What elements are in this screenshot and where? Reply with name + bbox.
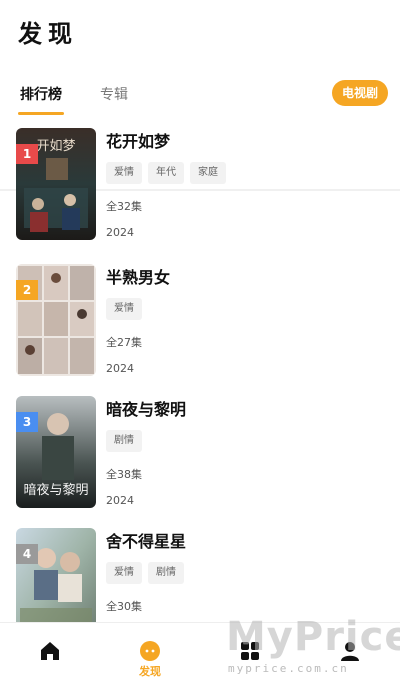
- genre-tag: 剧情: [148, 562, 184, 584]
- drama-title: 暗夜与黎明: [106, 400, 187, 419]
- episode-count: 全38集: [106, 468, 142, 481]
- tag-list: 爱情 年代 家庭: [106, 162, 226, 184]
- poster-image: 2: [16, 264, 96, 376]
- genre-tag: 爱情: [106, 162, 142, 184]
- drama-title: 舍不得星星: [106, 532, 187, 551]
- genre-tag: 剧情: [106, 430, 142, 452]
- tab-ranking[interactable]: 排行榜: [20, 84, 62, 104]
- nav-profile[interactable]: [300, 623, 400, 685]
- tab-underline: [18, 112, 64, 115]
- svg-text:暗夜与黎明: 暗夜与黎明: [23, 483, 88, 498]
- category-filter-button[interactable]: 电视剧: [331, 80, 388, 106]
- rank-badge: 3: [16, 412, 38, 432]
- poster-image: 暗夜与黎明 3: [16, 396, 96, 508]
- rank-badge: 1: [16, 144, 38, 164]
- nav-categories[interactable]: [200, 623, 300, 685]
- list-item[interactable]: 开如梦 1 花开如梦 爱情 年代 家庭 全32集 2024: [0, 122, 400, 252]
- poster-image: 4: [16, 528, 96, 622]
- episode-count: 全32集: [106, 200, 142, 213]
- profile-icon: [338, 639, 362, 663]
- list-item[interactable]: 暗夜与黎明 3 暗夜与黎明 剧情 全38集 2024: [0, 390, 400, 520]
- genre-tag: 家庭: [190, 162, 226, 184]
- genre-tag: 年代: [148, 162, 184, 184]
- grid-icon: [238, 639, 262, 663]
- genre-tag: 爱情: [106, 298, 142, 320]
- page-title: 发现: [18, 20, 78, 48]
- drama-title: 花开如梦: [106, 132, 171, 151]
- header: 发现: [0, 0, 400, 70]
- tab-albums[interactable]: 专辑: [100, 84, 128, 104]
- tag-list: 爱情 剧情: [106, 562, 184, 584]
- tab-bar: 排行榜 专辑 电视剧: [0, 72, 400, 191]
- release-year: 2024: [106, 494, 134, 507]
- rank-badge: 4: [16, 544, 38, 564]
- rank-badge: 2: [16, 280, 38, 300]
- bottom-nav: 发现: [0, 622, 400, 685]
- nav-home[interactable]: [0, 623, 100, 685]
- ranking-list: 开如梦 1 花开如梦 爱情 年代 家庭 全32集 2024 2 半熟男女 爱情 …: [0, 122, 400, 622]
- tag-list: 剧情: [106, 430, 142, 452]
- drama-title: 半熟男女: [106, 268, 171, 287]
- nav-discover[interactable]: 发现: [100, 623, 200, 685]
- genre-tag: 爱情: [106, 562, 142, 584]
- episode-count: 全27集: [106, 336, 142, 349]
- episode-count: 全30集: [106, 600, 142, 613]
- list-item[interactable]: 2 半熟男女 爱情 全27集 2024: [0, 258, 400, 388]
- release-year: 2024: [106, 362, 134, 375]
- home-icon: [38, 639, 62, 663]
- poster-image: 开如梦 1: [16, 128, 96, 240]
- nav-discover-label: 发现: [139, 665, 161, 678]
- release-year: 2024: [106, 226, 134, 239]
- svg-text:开如梦: 开如梦: [36, 138, 75, 154]
- tag-list: 爱情: [106, 298, 142, 320]
- list-item[interactable]: 4 舍不得星星 爱情 剧情 全30集: [0, 522, 400, 622]
- discover-icon: [138, 639, 162, 663]
